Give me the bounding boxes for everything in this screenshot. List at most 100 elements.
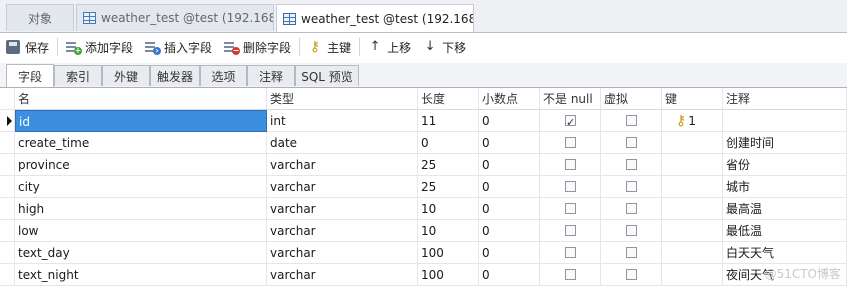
cell-key[interactable] (662, 198, 723, 220)
tab-indexes[interactable]: 索引 (54, 65, 102, 86)
cell-key[interactable] (662, 220, 723, 242)
cell-not-null[interactable] (540, 242, 601, 264)
tab-fields[interactable]: 字段 (6, 64, 54, 87)
cell-decimals[interactable]: 0 (479, 242, 540, 264)
cell-not-null[interactable] (540, 154, 601, 176)
primary-key-button[interactable]: ⚷ 主键 (302, 36, 357, 58)
cell-name[interactable]: text_night (15, 264, 267, 286)
table-row[interactable]: high varchar 10 0 最高温 (0, 198, 847, 220)
cell-decimals[interactable]: 0 (479, 220, 540, 242)
cell-type[interactable]: varchar (267, 154, 418, 176)
cell-decimals[interactable]: 0 (479, 154, 540, 176)
row-indicator[interactable] (0, 110, 15, 132)
tab-objects[interactable]: 对象 (6, 4, 74, 31)
cell-decimals[interactable]: 0 (479, 198, 540, 220)
not-null-checkbox[interactable] (565, 247, 576, 258)
virtual-checkbox[interactable] (626, 159, 637, 170)
cell-virtual[interactable] (601, 264, 662, 286)
header-type[interactable]: 类型 (267, 88, 418, 110)
tab-triggers[interactable]: 触发器 (150, 65, 200, 86)
header-length[interactable]: 长度 (418, 88, 479, 110)
cell-virtual[interactable] (601, 132, 662, 154)
table-row[interactable]: text_night varchar 100 0 夜间天气 (0, 264, 847, 286)
cell-comment[interactable]: 白天天气 (723, 242, 847, 264)
cell-name[interactable]: create_time (15, 132, 267, 154)
not-null-checkbox[interactable] (565, 203, 576, 214)
cell-key[interactable] (662, 154, 723, 176)
tab-comment[interactable]: 注释 (247, 65, 295, 86)
cell-comment[interactable]: 最低温 (723, 220, 847, 242)
cell-virtual[interactable] (601, 220, 662, 242)
virtual-checkbox[interactable] (626, 269, 637, 280)
not-null-checkbox[interactable] (565, 112, 576, 131)
cell-type[interactable]: date (267, 132, 418, 154)
cell-decimals[interactable]: 0 (479, 264, 540, 286)
cell-type[interactable]: varchar (267, 198, 418, 220)
tab-sql-preview[interactable]: SQL 预览 (295, 65, 359, 86)
row-indicator[interactable] (0, 264, 15, 286)
virtual-checkbox[interactable] (626, 115, 637, 126)
row-indicator[interactable] (0, 198, 15, 220)
cell-key[interactable] (662, 264, 723, 286)
table-row[interactable]: idint110 ⚷1 (0, 110, 847, 132)
cell-length[interactable]: 25 (418, 154, 479, 176)
cell-key[interactable]: ⚷ 1 (662, 110, 723, 132)
cell-decimals[interactable]: 0 (479, 132, 540, 154)
tab-foreign-keys[interactable]: 外键 (102, 65, 150, 86)
cell-key[interactable] (662, 176, 723, 198)
cell-name[interactable]: text_day (15, 242, 267, 264)
not-null-checkbox[interactable] (565, 159, 576, 170)
virtual-checkbox[interactable] (626, 247, 637, 258)
header-key[interactable]: 键 (662, 88, 723, 110)
move-up-button[interactable]: ↑ 上移 (362, 36, 417, 58)
row-indicator[interactable] (0, 220, 15, 242)
cell-name[interactable]: id (15, 110, 267, 132)
cell-key[interactable] (662, 242, 723, 264)
cell-name[interactable]: low (15, 220, 267, 242)
table-row[interactable]: text_day varchar 100 0 白天天气 (0, 242, 847, 264)
cell-comment[interactable]: 创建时间 (723, 132, 847, 154)
table-row[interactable]: city varchar 25 0 城市 (0, 176, 847, 198)
not-null-checkbox[interactable] (565, 225, 576, 236)
tab-weather-test-design[interactable]: weather_test @test (192.168... (276, 4, 474, 32)
save-button[interactable]: 保存 (0, 36, 55, 58)
cell-type[interactable]: varchar (267, 220, 418, 242)
header-not-null[interactable]: 不是 null (540, 88, 601, 110)
cell-comment[interactable] (723, 110, 847, 132)
cell-type[interactable]: varchar (267, 264, 418, 286)
not-null-checkbox[interactable] (565, 181, 576, 192)
row-indicator[interactable] (0, 176, 15, 198)
cell-length[interactable]: 0 (418, 132, 479, 154)
cell-length[interactable]: 10 (418, 198, 479, 220)
table-row[interactable]: create_time date 0 0 创建时间 (0, 132, 847, 154)
cell-not-null[interactable] (540, 264, 601, 286)
cell-type[interactable]: varchar (267, 176, 418, 198)
table-row[interactable]: low varchar 10 0 最低温 (0, 220, 847, 242)
add-field-button[interactable]: + 添加字段 (60, 36, 139, 58)
cell-comment[interactable]: 省份 (723, 154, 847, 176)
row-indicator[interactable] (0, 132, 15, 154)
cell-not-null[interactable] (540, 132, 601, 154)
table-row[interactable]: province varchar 25 0 省份 (0, 154, 847, 176)
cell-comment[interactable]: 城市 (723, 176, 847, 198)
cell-decimals[interactable]: 0 (479, 176, 540, 198)
cell-decimals[interactable]: 0 (479, 110, 540, 132)
virtual-checkbox[interactable] (626, 225, 637, 236)
cell-type[interactable]: varchar (267, 242, 418, 264)
cell-virtual[interactable] (601, 110, 662, 132)
cell-type[interactable]: int (267, 110, 418, 132)
cell-length[interactable]: 100 (418, 242, 479, 264)
cell-length[interactable]: 25 (418, 176, 479, 198)
header-decimals[interactable]: 小数点 (479, 88, 540, 110)
tab-weather-test-1[interactable]: weather_test @test (192.168... (76, 4, 274, 31)
delete-field-button[interactable]: − 删除字段 (218, 36, 297, 58)
cell-name[interactable]: high (15, 198, 267, 220)
cell-name[interactable]: city (15, 176, 267, 198)
move-down-button[interactable]: ↓ 下移 (417, 36, 472, 58)
cell-virtual[interactable] (601, 242, 662, 264)
not-null-checkbox[interactable] (565, 137, 576, 148)
header-name[interactable]: 名 (15, 88, 267, 110)
not-null-checkbox[interactable] (565, 269, 576, 280)
virtual-checkbox[interactable] (626, 181, 637, 192)
cell-virtual[interactable] (601, 176, 662, 198)
